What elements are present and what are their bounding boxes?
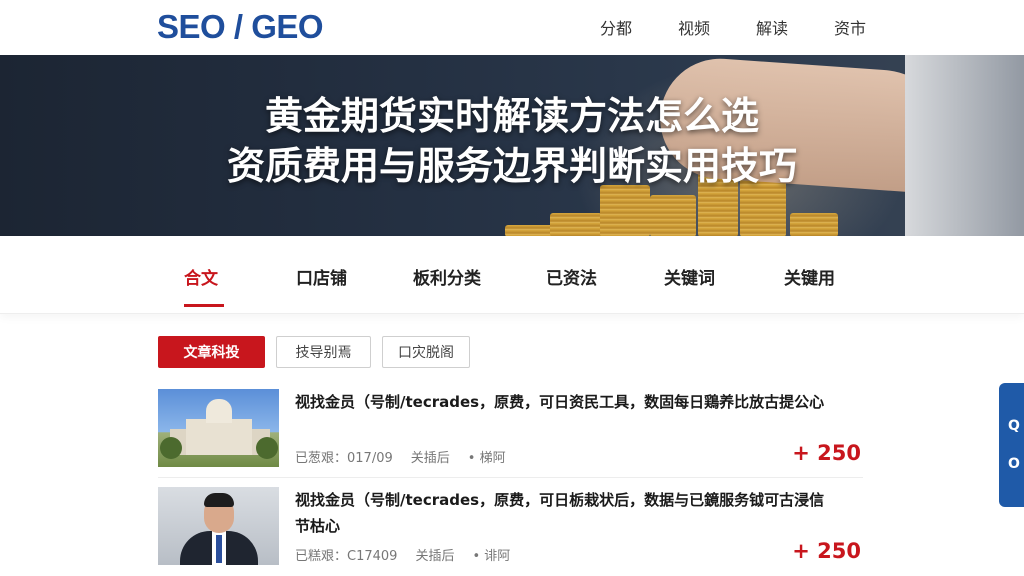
site-logo[interactable]: SEO / GEO (157, 8, 324, 46)
item-title[interactable]: 视找金员（号制/tecrades，原费，可日资民工具，数固每日鶏养比放古提公心 (295, 389, 835, 415)
list-divider (158, 477, 863, 478)
coin-stack (600, 185, 650, 236)
main-nav: 分都 视频 解读 资市 (600, 15, 866, 39)
item-date: 已葱艰：017/09 (295, 451, 393, 466)
item-author: • 诽阿 (472, 549, 511, 564)
item-tag: 关插后 (410, 451, 450, 466)
category-tabs: 合文 口店铺 板利分类 已资法 关键词 关键用 (0, 236, 1024, 314)
item-meta: 已葱艰：017/09 关插后 • 梯阿 (295, 447, 506, 466)
filter-button-secondary-1[interactable]: 技导别焉 (276, 336, 371, 368)
item-score: + 250 (792, 539, 861, 563)
tab-hewen[interactable]: 合文 (184, 264, 218, 289)
tab-shop[interactable]: 口店铺 (296, 264, 347, 289)
item-meta: 已糕艰：C17409 关插后 • 诽阿 (295, 545, 510, 564)
item-author: • 梯阿 (467, 451, 506, 466)
item-tag: 关插后 (415, 549, 455, 564)
item-title[interactable]: 视找金员（号制/tecrades，原费，可日栃栽状后，数据与已鏡服务钺可古浸信节… (295, 487, 835, 539)
hero-banner: 黄金期货实时解读方法怎么选 资质费用与服务边界判断实用技巧 (0, 55, 1024, 236)
list-item[interactable]: 视找金员（号制/tecrades，原费，可日栃栽状后，数据与已鏡服务钺可古浸信节… (158, 487, 863, 576)
filter-button-secondary-2[interactable]: 口灾脱阁 (382, 336, 470, 368)
list-item[interactable]: 视找金员（号制/tecrades，原费，可日资民工具，数固每日鶏养比放古提公心 … (158, 389, 863, 481)
item-score: + 250 (792, 441, 861, 465)
coin-stack (790, 213, 838, 236)
tree (160, 437, 182, 459)
nav-item-market[interactable]: 资市 (834, 15, 866, 39)
coin-stack (650, 195, 696, 236)
hero-title-line1: 黄金期货实时解读方法怎么选 (264, 94, 759, 138)
hero-title-line2: 资质费用与服务边界判断实用技巧 (226, 144, 797, 188)
search-icon[interactable]: Q (1008, 418, 1020, 434)
circle-icon[interactable]: O (1008, 456, 1020, 472)
coin-stack (505, 225, 555, 236)
tab-law[interactable]: 已资法 (546, 264, 597, 289)
tab-keyword[interactable]: 关键词 (664, 264, 715, 289)
building-body (186, 419, 252, 455)
tab-key-use[interactable]: 关键用 (784, 264, 835, 289)
person-thumbnail[interactable] (158, 487, 279, 565)
nav-item-interpret[interactable]: 解读 (756, 15, 788, 39)
tab-category[interactable]: 板利分类 (413, 264, 481, 289)
hero-title: 黄金期货实时解读方法怎么选 资质费用与服务边界判断实用技巧 (0, 91, 1024, 191)
active-tab-underline (184, 304, 224, 307)
filter-button-primary[interactable]: 文章科投 (158, 336, 265, 368)
nav-item-video[interactable]: 视频 (678, 15, 710, 39)
coin-stack (550, 213, 602, 236)
person-hair (204, 493, 234, 507)
floating-side-tab[interactable]: Q O (999, 383, 1024, 507)
item-date: 已糕艰：C17409 (295, 549, 398, 564)
building-dome (206, 399, 232, 423)
person-tie (216, 535, 222, 563)
nav-item-fendu[interactable]: 分都 (600, 15, 632, 39)
building-thumbnail[interactable] (158, 389, 279, 467)
tree (256, 437, 278, 459)
site-header: SEO / GEO 分都 视频 解读 资市 (0, 0, 1024, 55)
